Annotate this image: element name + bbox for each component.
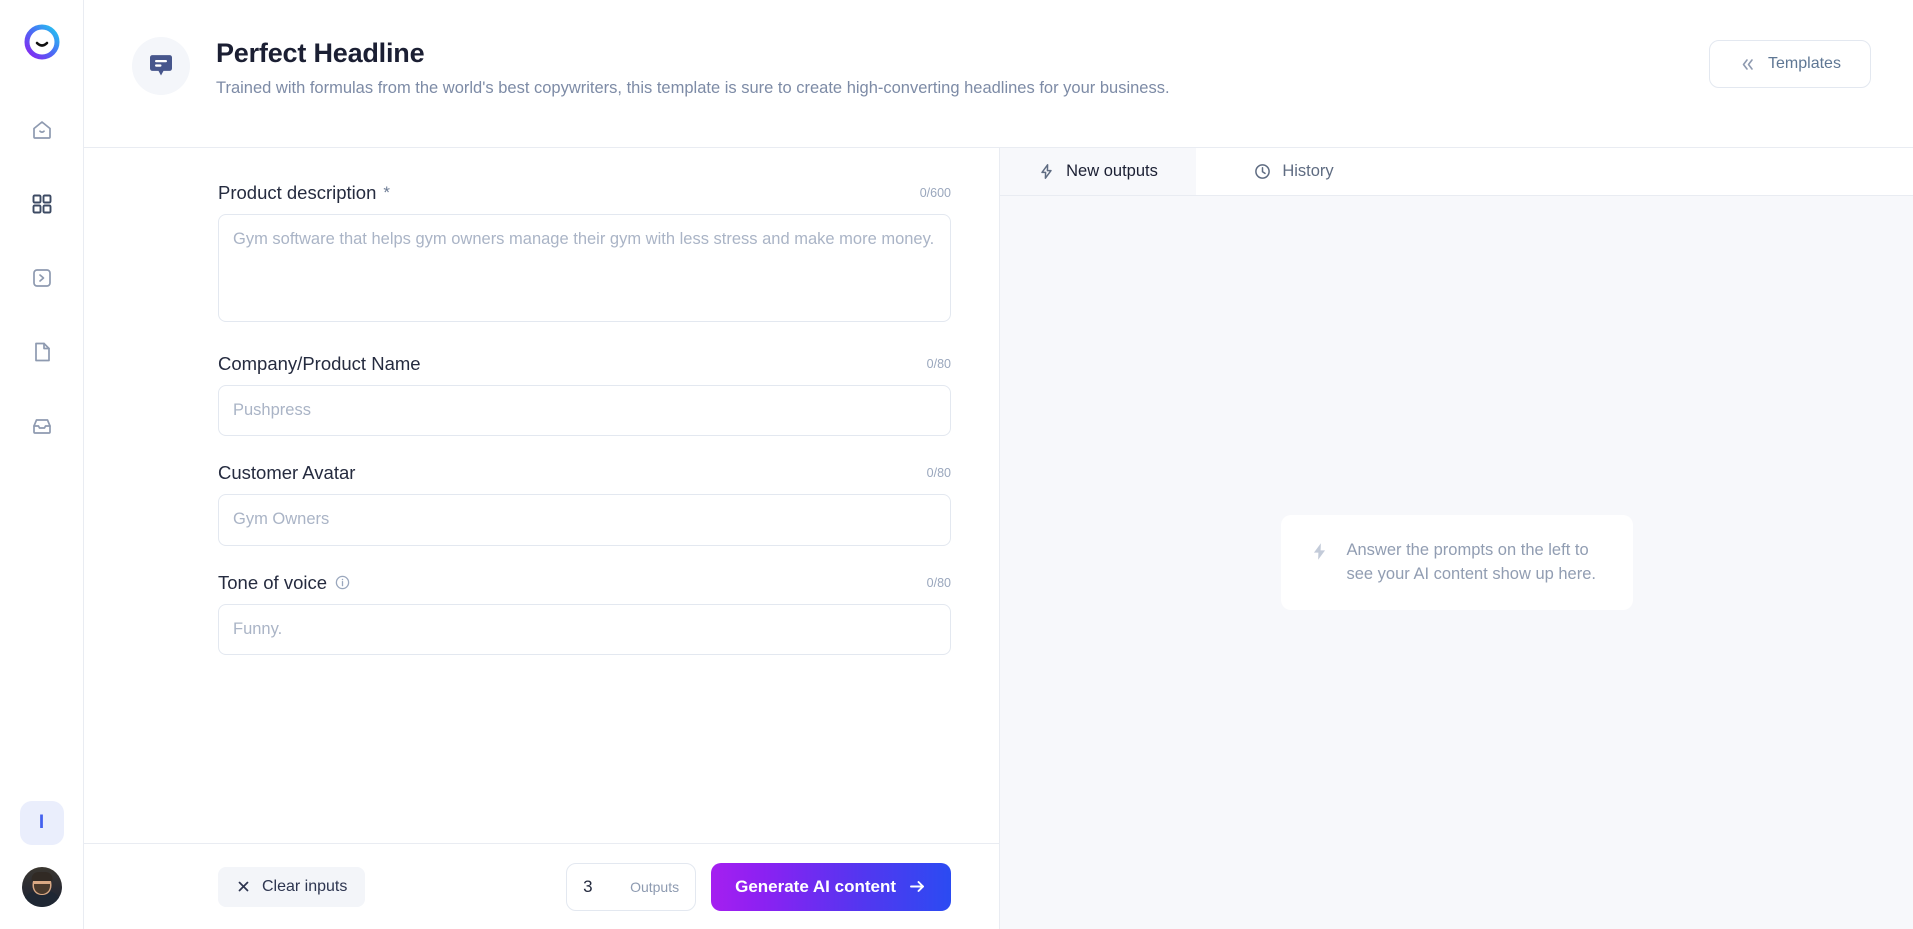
sidebar-item-documents[interactable] — [22, 332, 62, 372]
generate-ai-content-button[interactable]: Generate AI content — [711, 862, 951, 911]
form-action-bar: Clear inputs 3 Outputs Generate AI conte… — [84, 843, 999, 929]
output-pane: New outputs History Answer the prompts o… — [1000, 148, 1913, 929]
inbox-icon — [32, 419, 51, 434]
char-counter: 0/80 — [926, 575, 951, 590]
customer-avatar-input[interactable] — [218, 494, 951, 546]
chevron-double-left-icon — [1742, 58, 1753, 70]
avatar[interactable] — [21, 867, 62, 907]
generate-button-label: Generate AI content — [735, 876, 896, 896]
field-header: Product description * 0/600 — [218, 182, 951, 204]
workspace-badge[interactable]: I — [19, 801, 64, 845]
sidebar-nav — [22, 110, 62, 446]
tab-history-label: History — [1282, 162, 1334, 180]
clear-inputs-label: Clear inputs — [262, 877, 348, 895]
form-pane: Product description * 0/600 Company/Prod… — [84, 148, 1000, 929]
field-label: Customer Avatar — [218, 462, 356, 484]
close-x-icon — [238, 881, 249, 892]
output-tabs: New outputs History — [1000, 148, 1913, 196]
app-root: I Perfect Headline Trained with formulas… — [0, 0, 1913, 929]
header-text: Perfect Headline Trained with formulas f… — [216, 34, 1709, 99]
templates-button[interactable]: Templates — [1709, 40, 1871, 88]
field-label: Company/Product Name — [218, 353, 421, 374]
empty-state-card: Answer the prompts on the left to see yo… — [1280, 515, 1633, 610]
empty-state-text: Answer the prompts on the left to see yo… — [1346, 541, 1597, 583]
form-fields: Product description * 0/600 Company/Prod… — [84, 148, 999, 843]
footer-actions: 3 Outputs Generate AI content — [566, 862, 951, 911]
clear-inputs-button[interactable]: Clear inputs — [218, 866, 366, 907]
lightning-icon — [1313, 543, 1325, 560]
tab-history[interactable]: History — [1196, 148, 1392, 195]
field-customer-avatar: Customer Avatar 0/80 — [218, 462, 951, 546]
field-company-product-name: Company/Product Name 0/80 — [218, 353, 951, 437]
page-title: Perfect Headline — [216, 38, 425, 68]
field-header: Customer Avatar 0/80 — [218, 462, 951, 484]
sidebar-item-inbox[interactable] — [22, 406, 62, 446]
page-subtitle: Trained with formulas from the world's b… — [216, 79, 1170, 97]
workspace-badge-label: I — [38, 812, 45, 833]
field-label: Product description — [218, 182, 377, 203]
page-header: Perfect Headline Trained with formulas f… — [84, 0, 1913, 148]
grid-icon — [32, 194, 51, 214]
outputs-value: 3 — [583, 876, 593, 896]
clock-icon — [1255, 164, 1271, 179]
field-label: Tone of voice — [218, 571, 328, 593]
terminal-icon — [32, 269, 51, 287]
required-marker: * — [383, 183, 390, 202]
speech-bubble-icon — [150, 55, 172, 76]
sidebar-item-commands[interactable] — [22, 258, 62, 298]
field-tone-of-voice: Tone of voice 0/80 — [218, 572, 951, 656]
templates-button-label: Templates — [1768, 55, 1841, 72]
char-counter: 0/80 — [926, 357, 951, 371]
app-logo[interactable] — [22, 22, 62, 62]
outputs-stepper[interactable]: 3 Outputs — [566, 862, 697, 911]
home-icon — [32, 121, 51, 139]
main-area: Perfect Headline Trained with formulas f… — [84, 0, 1913, 929]
sidebar-item-templates[interactable] — [22, 184, 62, 224]
tab-new-outputs-label: New outputs — [1066, 162, 1158, 180]
content-row: Product description * 0/600 Company/Prod… — [84, 148, 1913, 929]
template-icon-circle — [132, 37, 190, 95]
char-counter: 0/600 — [919, 186, 951, 200]
sidebar-item-home[interactable] — [22, 110, 62, 150]
sidebar: I — [0, 0, 84, 929]
char-counter: 0/80 — [926, 466, 951, 481]
outputs-label: Outputs — [630, 878, 680, 895]
tab-new-outputs[interactable]: New outputs — [1000, 148, 1196, 195]
field-header: Company/Product Name 0/80 — [218, 353, 951, 375]
field-header: Tone of voice 0/80 — [218, 572, 951, 594]
arrow-right-icon — [910, 881, 924, 892]
document-icon — [34, 342, 50, 362]
product-description-input[interactable] — [218, 214, 951, 322]
tone-of-voice-input[interactable] — [218, 603, 951, 656]
output-body: Answer the prompts on the left to see yo… — [1000, 196, 1913, 929]
company-product-name-input[interactable] — [218, 385, 951, 437]
lightning-icon — [1041, 164, 1052, 179]
avatar-hair — [31, 872, 52, 881]
info-icon[interactable] — [335, 575, 350, 590]
field-product-description: Product description * 0/600 — [218, 182, 951, 327]
